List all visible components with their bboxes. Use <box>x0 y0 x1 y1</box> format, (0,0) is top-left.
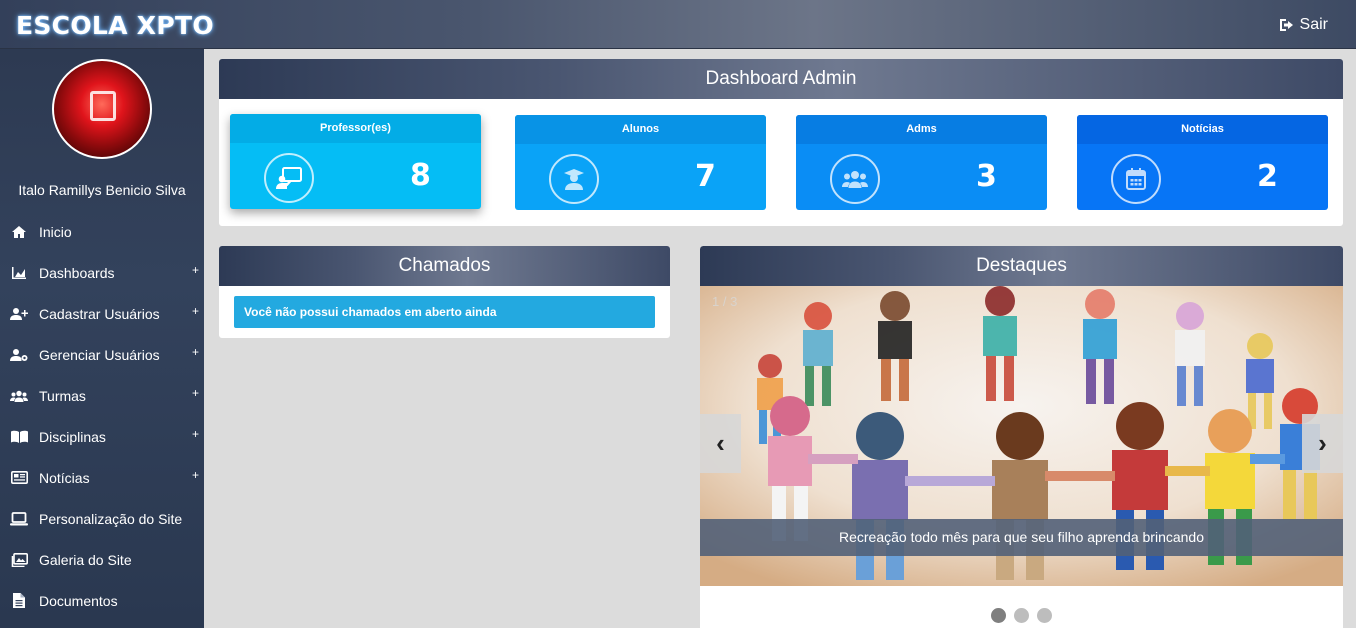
sidebar-item-gerenciar-usuarios[interactable]: Gerenciar Usuários + <box>0 334 204 375</box>
sidebar-item-noticias[interactable]: Notícias + <box>0 457 204 498</box>
card-value: 3 <box>976 159 997 194</box>
slide-counter: 1 / 3 <box>712 294 738 309</box>
file-icon <box>10 593 28 609</box>
stat-card-professores[interactable]: Professor(es) 8 <box>230 114 481 209</box>
sidebar-item-dashboards[interactable]: Dashboards + <box>0 252 204 293</box>
expand-icon[interactable]: + <box>192 427 199 441</box>
sidebar-item-label: Dashboards <box>39 264 115 281</box>
chevron-left-icon: ‹ <box>716 428 725 458</box>
sidebar-item-label: Cadastrar Usuários <box>39 305 160 322</box>
sidebar-item-turmas[interactable]: Turmas + <box>0 375 204 416</box>
user-graduate-icon <box>549 154 599 204</box>
logout-label: Sair <box>1299 16 1328 33</box>
dashboard-title: Dashboard Admin <box>219 59 1343 99</box>
card-title: Professor(es) <box>230 114 481 143</box>
sidebar-item-cadastrar-usuarios[interactable]: Cadastrar Usuários + <box>0 293 204 334</box>
carousel-dot-2[interactable] <box>1014 608 1029 623</box>
card-title: Alunos <box>515 115 766 144</box>
sidebar-item-label: Turmas <box>39 387 86 404</box>
carousel-dot-1[interactable] <box>991 608 1006 623</box>
sidebar-item-label: Disciplinas <box>39 428 106 445</box>
carousel-prev-button[interactable]: ‹ <box>700 414 741 473</box>
book-open-icon <box>10 429 28 445</box>
avatar[interactable] <box>52 59 152 159</box>
expand-icon[interactable]: + <box>192 345 199 359</box>
sidebar-item-disciplinas[interactable]: Disciplinas + <box>0 416 204 457</box>
user-name: Italo Ramillys Benicio Silva <box>18 182 186 198</box>
chart-area-icon <box>10 265 28 281</box>
sidebar-item-label: Galeria do Site <box>39 551 132 568</box>
chamados-title: Chamados <box>219 246 670 286</box>
chevron-right-icon: › <box>1318 428 1327 458</box>
sidebar-item-personalizacao[interactable]: Personalização do Site <box>0 498 204 539</box>
card-value: 7 <box>695 159 716 194</box>
avatar-emblem <box>90 91 116 121</box>
expand-icon[interactable]: + <box>192 468 199 482</box>
sign-out-icon <box>1279 19 1293 31</box>
stat-card-adms[interactable]: Adms 3 <box>796 115 1047 210</box>
carousel-next-button[interactable]: › <box>1302 414 1343 473</box>
card-value: 8 <box>410 158 431 193</box>
card-title: Adms <box>796 115 1047 144</box>
expand-icon[interactable]: + <box>192 263 199 277</box>
expand-icon[interactable]: + <box>192 304 199 318</box>
carousel-indicators <box>700 608 1343 623</box>
newspaper-icon <box>10 470 28 486</box>
carousel-dot-3[interactable] <box>1037 608 1052 623</box>
user-cog-icon <box>10 347 28 363</box>
sidebar-item-label: Notícias <box>39 469 90 486</box>
destaques-title: Destaques <box>700 246 1343 286</box>
slide-caption: Recreação todo mês para que seu filho ap… <box>700 519 1343 556</box>
stat-card-noticias[interactable]: Notícias 2 <box>1077 115 1328 210</box>
card-value: 2 <box>1257 159 1278 194</box>
sidebar-item-label: Documentos <box>39 592 118 609</box>
chamados-panel: Chamados Você não possui chamados em abe… <box>219 246 670 338</box>
sidebar: Italo Ramillys Benicio Silva Inicio Dash… <box>0 49 204 628</box>
stat-card-alunos[interactable]: Alunos 7 <box>515 115 766 210</box>
sidebar-item-label: Gerenciar Usuários <box>39 346 160 363</box>
calendar-icon <box>1111 154 1161 204</box>
sidebar-item-inicio[interactable]: Inicio <box>0 211 204 252</box>
home-icon <box>10 224 28 240</box>
card-title: Notícias <box>1077 115 1328 144</box>
user-plus-icon <box>10 306 28 322</box>
laptop-icon <box>10 511 28 527</box>
destaques-panel: Destaques 1 / 3 Recreação todo mês para … <box>700 246 1343 628</box>
users-icon <box>10 388 28 404</box>
images-icon <box>10 552 28 568</box>
logout-button[interactable]: Sair <box>1279 16 1328 34</box>
expand-icon[interactable]: + <box>192 386 199 400</box>
carousel-slide[interactable]: 1 / 3 Recreação todo mês para que seu fi… <box>700 286 1343 586</box>
sidebar-item-documentos[interactable]: Documentos <box>0 580 204 621</box>
sidebar-item-label: Inicio <box>39 223 72 240</box>
dashboard-panel: Dashboard Admin Professor(es) 8 Alunos 7… <box>219 59 1343 226</box>
top-navbar: ESCOLA XPTO Sair <box>0 0 1356 49</box>
brand-logo[interactable]: ESCOLA XPTO <box>16 11 214 40</box>
chalkboard-teacher-icon <box>264 153 314 203</box>
sidebar-item-galeria[interactable]: Galeria do Site <box>0 539 204 580</box>
sidebar-item-label: Personalização do Site <box>39 510 183 527</box>
sidebar-nav: Inicio Dashboards + Cadastrar Usuários +… <box>0 211 204 621</box>
users-icon <box>830 154 880 204</box>
chamados-alert: Você não possui chamados em aberto ainda <box>234 296 655 328</box>
